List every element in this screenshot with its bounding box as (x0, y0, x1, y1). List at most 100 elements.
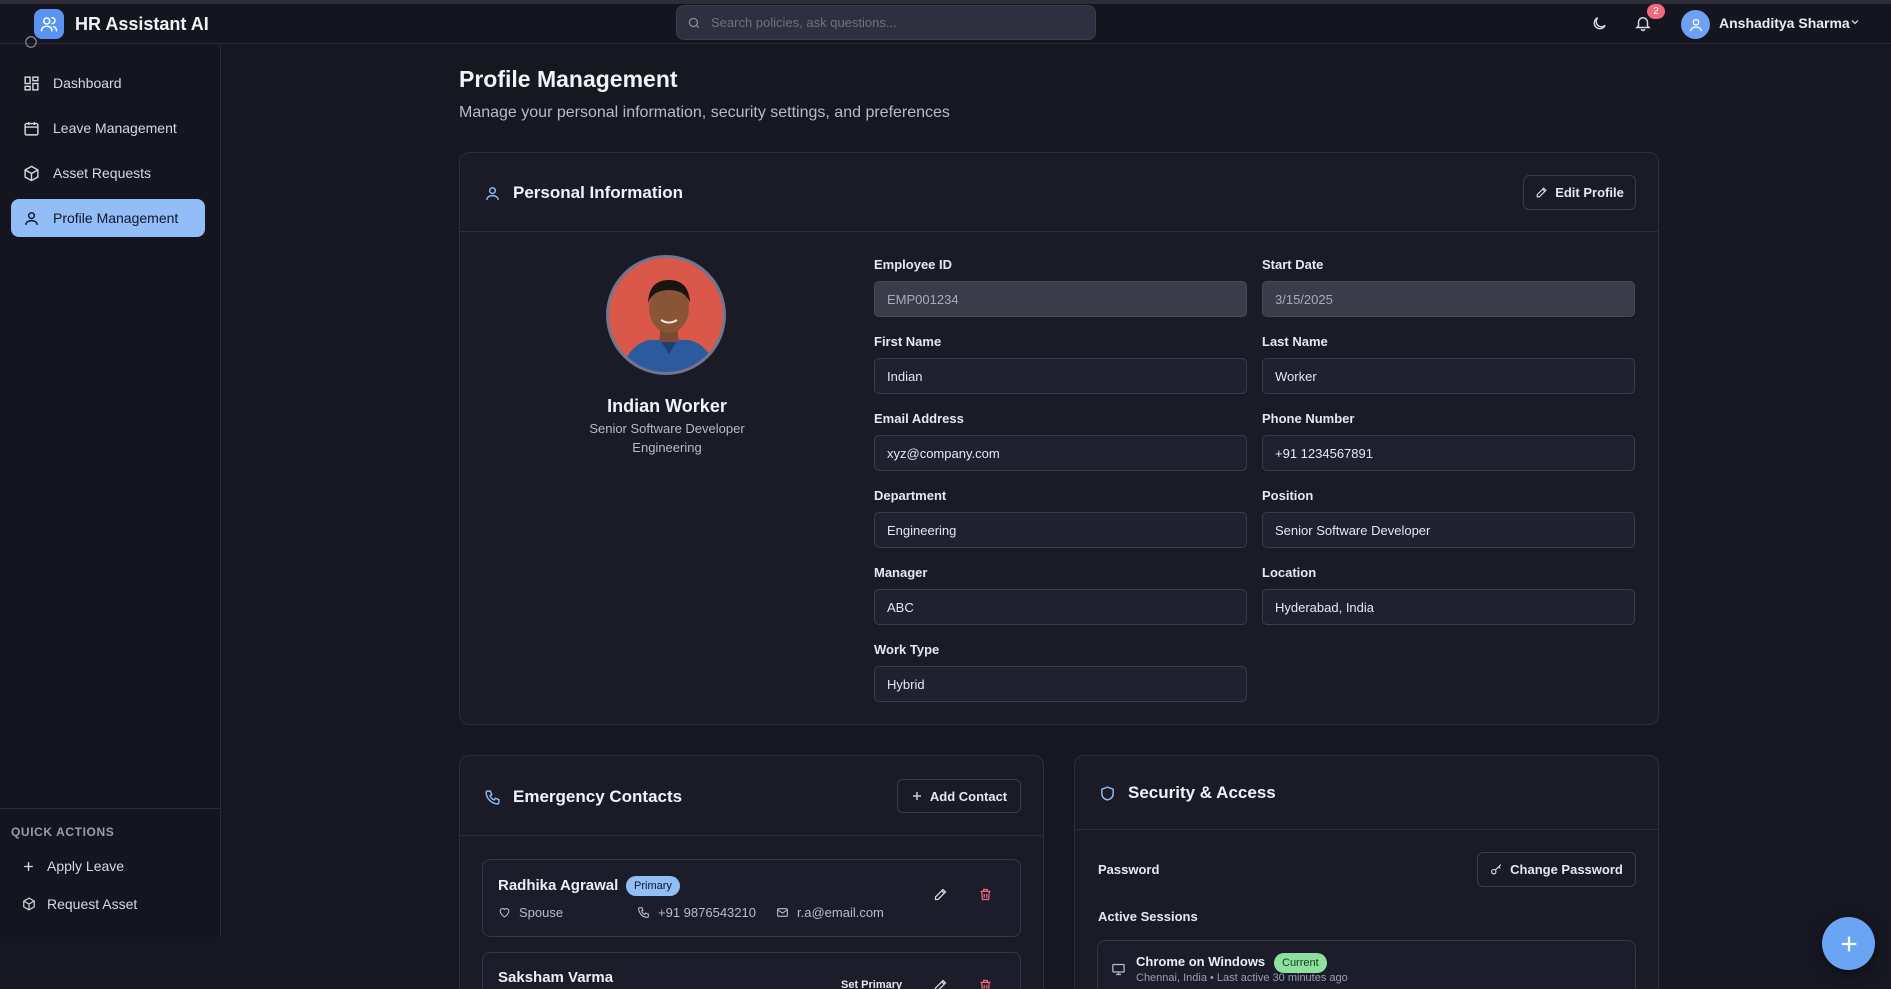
key-icon (1490, 863, 1503, 876)
current-session-badge: Current (1274, 953, 1327, 973)
profile-photo[interactable] (606, 255, 726, 375)
box-icon (22, 164, 40, 182)
card-title: Personal Information (484, 183, 683, 203)
password-label: Password (1098, 862, 1160, 877)
set-primary-button[interactable]: Set Primary (841, 979, 902, 989)
quick-action-apply-leave[interactable]: Apply Leave (22, 858, 124, 874)
phone-text: +91 9876543210 (658, 905, 756, 920)
contact-card: Saksham Varma Set Primary (482, 952, 1021, 989)
floating-add-button[interactable] (1822, 917, 1875, 970)
emergency-contacts-title: Emergency Contacts (513, 787, 683, 806)
first-name-label: First Name (874, 334, 942, 349)
start-date-field (1262, 281, 1635, 317)
edit-contact-icon[interactable] (930, 975, 950, 989)
phone-icon (484, 789, 501, 806)
session-name: Chrome on Windows (1136, 954, 1266, 969)
quick-actions-title: QUICK ACTIONS (11, 825, 115, 839)
email-label: Email Address (874, 411, 964, 426)
contact-relation: Spouse (498, 905, 563, 920)
profile-department: Engineering (632, 440, 702, 455)
contact-card-primary: Radhika Agrawal Primary Spouse +91 98765… (482, 859, 1021, 937)
security-access-title: Security & Access (1128, 783, 1276, 802)
contact-email: r.a@email.com (776, 905, 884, 920)
manager-field[interactable] (874, 589, 1247, 625)
page-title: Profile Management (459, 66, 678, 92)
last-name-label: Last Name (1262, 334, 1328, 349)
notification-badge: 2 (1647, 4, 1665, 19)
sidebar-item-dashboard[interactable]: Dashboard (11, 64, 205, 102)
chevron-down-icon[interactable] (1848, 15, 1862, 29)
heart-icon (498, 906, 511, 919)
search-bar[interactable] (676, 5, 1096, 40)
last-name-field[interactable] (1262, 358, 1635, 394)
delete-contact-icon[interactable] (975, 975, 995, 989)
add-contact-label: Add Contact (929, 788, 1008, 804)
profile-role: Senior Software Developer (589, 421, 745, 436)
change-password-label: Change Password (1510, 862, 1623, 877)
quick-actions-divider (0, 808, 221, 809)
calendar-icon (22, 119, 40, 137)
contact-name: Radhika Agrawal (498, 877, 619, 894)
profile-name: Indian Worker (607, 396, 727, 416)
edit-profile-button[interactable]: Edit Profile (1523, 175, 1636, 210)
phone-field[interactable] (1262, 435, 1635, 471)
user-icon (22, 209, 40, 227)
plus-icon (1838, 933, 1860, 955)
sidebar-item-asset-requests[interactable]: Asset Requests (11, 154, 205, 192)
contact-name: Saksham Varma (498, 969, 614, 986)
sidebar-item-label: Dashboard (53, 75, 122, 91)
partially-hidden-icon (24, 35, 38, 49)
phone-icon (637, 906, 650, 919)
work-type-label: Work Type (874, 642, 940, 657)
sidebar-item-profile-management[interactable]: Profile Management (11, 199, 205, 237)
user-avatar[interactable] (1681, 10, 1710, 39)
quick-action-request-asset[interactable]: Request Asset (22, 896, 137, 912)
dark-mode-moon-icon[interactable] (1589, 13, 1609, 33)
search-icon (687, 16, 701, 30)
manager-label: Manager (874, 565, 928, 580)
edit-profile-label: Edit Profile (1555, 185, 1624, 200)
delete-contact-icon[interactable] (975, 884, 995, 904)
department-field[interactable] (874, 512, 1247, 548)
email-text: r.a@email.com (797, 905, 884, 920)
quick-action-label: Request Asset (47, 896, 138, 912)
sidebar-item-label: Asset Requests (53, 165, 152, 181)
active-sessions-label: Active Sessions (1098, 909, 1198, 924)
shield-icon (1099, 785, 1116, 802)
plus-icon (22, 860, 36, 873)
employee-id-field (874, 281, 1247, 317)
sidebar-item-label: Profile Management (53, 210, 179, 226)
edit-contact-icon[interactable] (930, 884, 950, 904)
session-detail: Chennai, India • Last active 30 minutes … (1136, 972, 1348, 984)
users-logo-icon (34, 9, 64, 39)
plus-icon (911, 790, 923, 802)
sidebar-item-label: Leave Management (53, 120, 177, 136)
card-title: Security & Access (1099, 783, 1276, 803)
position-field[interactable] (1262, 512, 1635, 548)
start-date-label: Start Date (1262, 257, 1324, 272)
sidebar: Dashboard Leave Management Asset Request… (0, 36, 221, 937)
location-field[interactable] (1262, 589, 1635, 625)
email-field[interactable] (874, 435, 1247, 471)
grid-icon (22, 74, 40, 92)
work-type-field[interactable] (874, 666, 1247, 702)
first-name-field[interactable] (874, 358, 1247, 394)
page-subtitle: Manage your personal information, securi… (459, 104, 950, 121)
quick-action-label: Apply Leave (47, 858, 125, 874)
change-password-button[interactable]: Change Password (1477, 852, 1636, 887)
search-input[interactable] (711, 15, 1071, 30)
location-label: Location (1262, 565, 1317, 580)
app-title: HR Assistant AI (75, 14, 209, 34)
sidebar-item-leave-management[interactable]: Leave Management (11, 109, 205, 147)
contact-phone: +91 9876543210 (637, 905, 756, 920)
primary-badge: Primary (626, 876, 680, 896)
edit-icon (1535, 186, 1548, 199)
box-icon (22, 897, 36, 911)
mail-icon (776, 906, 789, 919)
session-item: Chrome on Windows Current Chennai, India… (1097, 940, 1636, 989)
phone-label: Phone Number (1262, 411, 1355, 426)
user-icon (484, 185, 501, 202)
user-name[interactable]: Anshaditya Sharma (1719, 15, 1850, 31)
add-contact-button[interactable]: Add Contact (897, 779, 1021, 813)
top-header: HR Assistant AI 2 Anshaditya Sharma (0, 4, 1891, 44)
